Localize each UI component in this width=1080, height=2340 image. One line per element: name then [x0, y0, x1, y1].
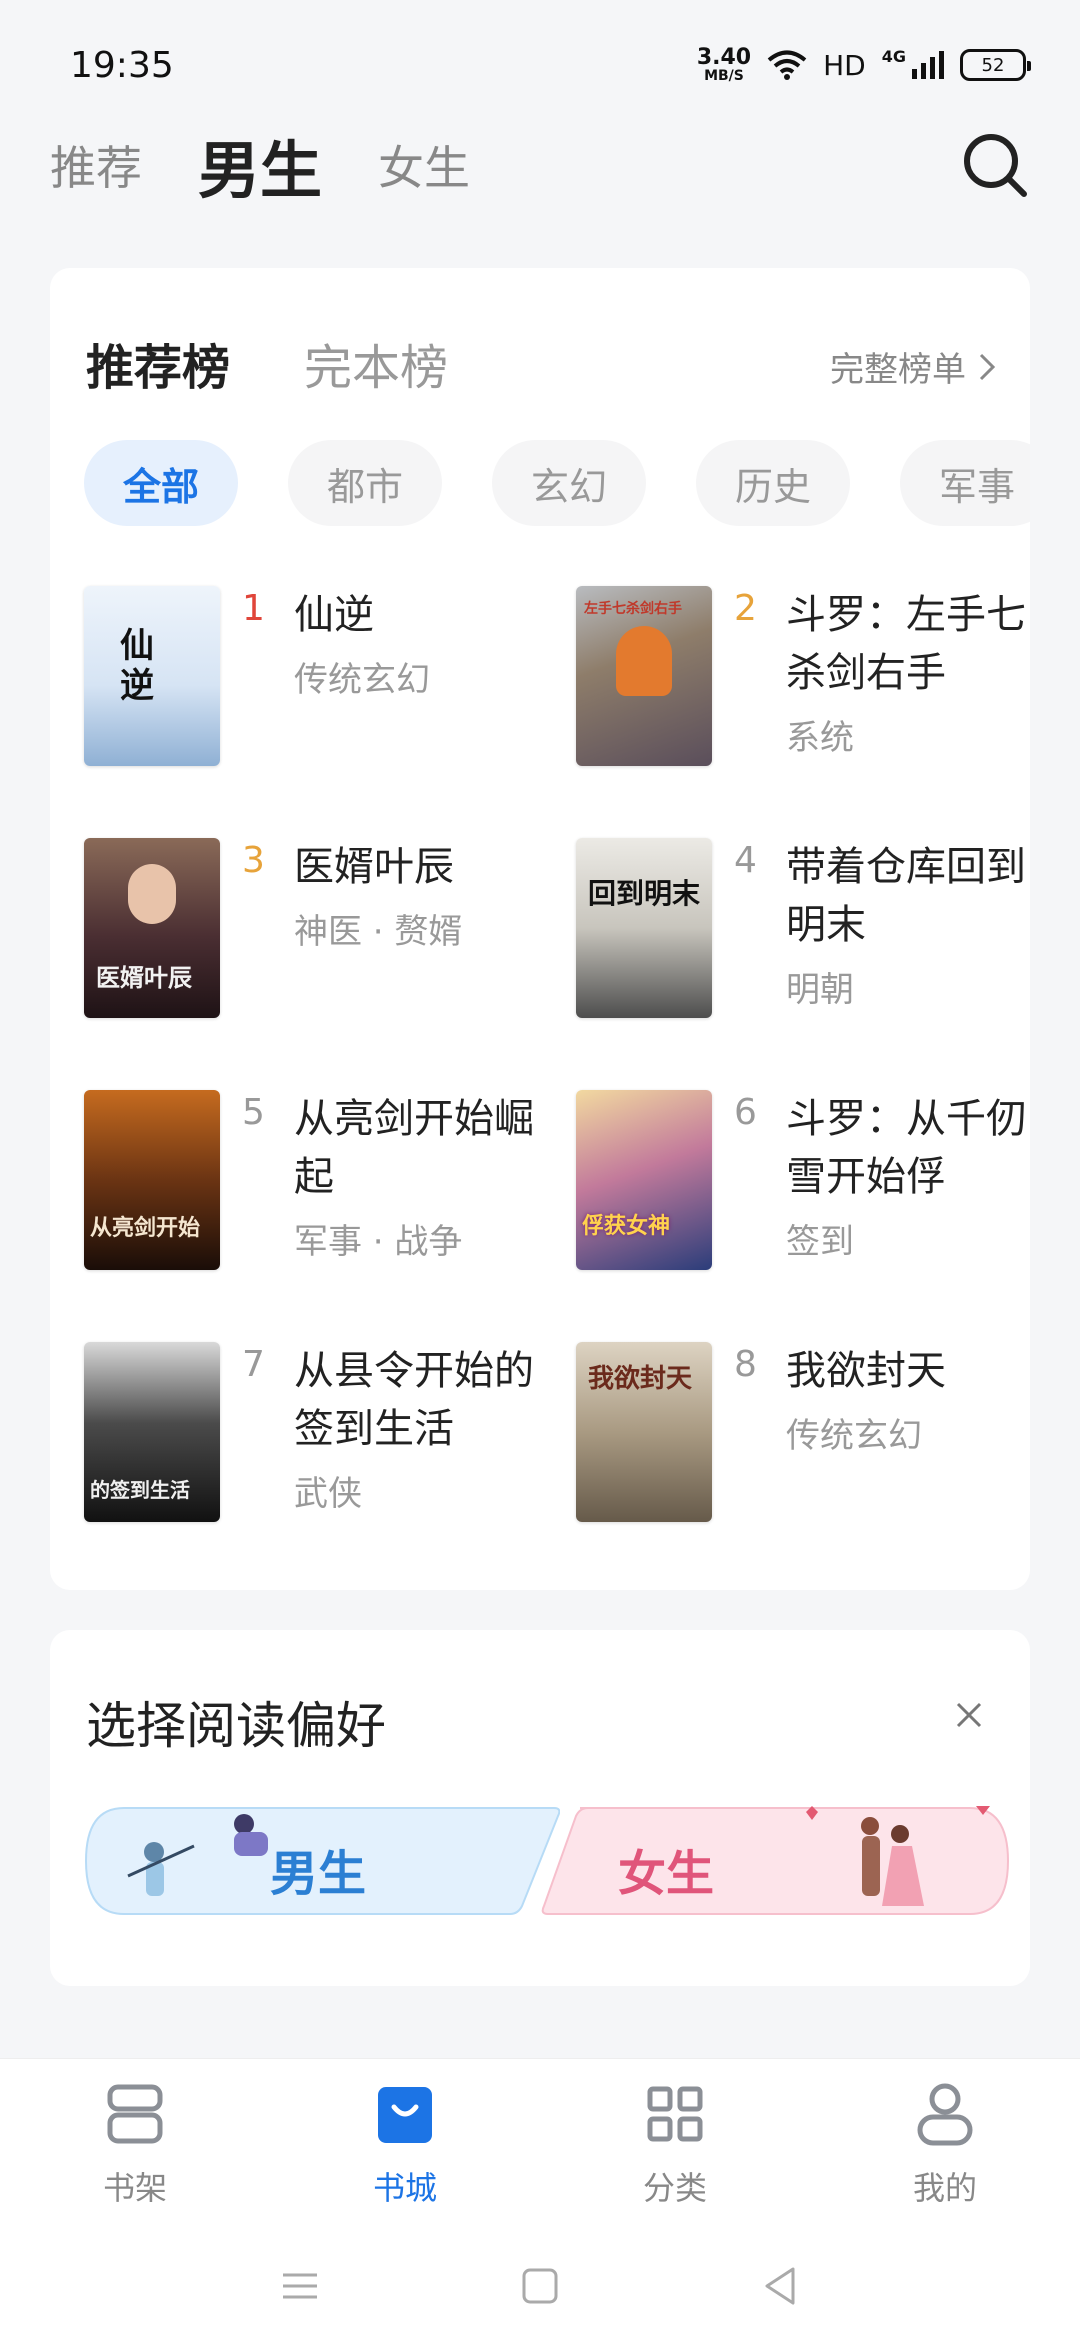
cover-figure	[616, 626, 672, 696]
reading-preference-card: 选择阅读偏好 男生 女生	[50, 1630, 1030, 1986]
book-item[interactable]: 的签到生活 7 从县令开始的签到生活 武侠	[84, 1342, 564, 1532]
rank-number: 8	[734, 1344, 757, 1385]
nav-label: 书城	[372, 2169, 437, 2207]
nav-profile[interactable]: 我的	[810, 2059, 1080, 2232]
book-title: 医婿叶辰	[294, 844, 454, 890]
book-cover: 我欲封天	[576, 1342, 712, 1522]
status-bar: 19:35 3.40 MB/S HD 4G 52	[0, 0, 1080, 130]
rank-number: 2	[734, 588, 757, 629]
book-cover: 回到明末	[576, 838, 712, 1018]
net-speed: 3.40 MB/S	[696, 45, 752, 84]
book-tag: 军事 · 战争	[294, 1222, 463, 1262]
nav-label: 我的	[912, 2169, 977, 2207]
hd-indicator: HD	[823, 48, 866, 82]
wifi-icon	[767, 50, 807, 80]
book-cover: 仙逆	[84, 586, 220, 766]
bookshelf-icon	[107, 2084, 163, 2144]
chevron-right-icon	[979, 353, 996, 380]
preference-female-button[interactable]: 女生	[540, 1800, 1010, 1916]
nav-label: 分类	[642, 2169, 707, 2207]
tab-female[interactable]: 女生	[378, 132, 470, 198]
category-military[interactable]: 军事	[900, 440, 1030, 526]
book-title: 斗罗：从千仞雪开始俘	[786, 1096, 1026, 1200]
back-icon[interactable]	[755, 2261, 805, 2311]
preference-female-label: 女生	[618, 1846, 715, 1902]
book-tag: 签到	[786, 1222, 854, 1262]
rank-number: 6	[734, 1092, 757, 1133]
home-icon[interactable]	[515, 2261, 565, 2311]
tab-recommend[interactable]: 推荐	[50, 132, 142, 198]
book-item[interactable]: 左手七杀剑右手 2 斗罗：左手七杀剑右手 系统	[576, 586, 1056, 776]
close-icon[interactable]	[952, 1698, 986, 1732]
full-list-label: 完整榜单	[830, 350, 966, 390]
tab-male[interactable]: 男生	[198, 120, 322, 210]
nav-category[interactable]: 分类	[540, 2059, 810, 2232]
tab-completed-rank[interactable]: 完本榜	[304, 328, 448, 398]
book-title: 斗罗：左手七杀剑右手	[786, 592, 1026, 696]
book-cover: 左手七杀剑右手	[576, 586, 712, 766]
book-tag: 系统	[786, 718, 854, 758]
book-tag: 武侠	[294, 1474, 362, 1514]
rank-number: 3	[242, 840, 265, 881]
user-icon	[917, 2083, 973, 2146]
rank-number: 7	[242, 1344, 265, 1385]
book-tag: 神医 · 赘婿	[294, 912, 463, 952]
book-item[interactable]: 医婿叶辰 3 医婿叶辰 神医 · 赘婿	[84, 838, 564, 1028]
book-tag: 明朝	[786, 970, 854, 1010]
rank-number: 4	[734, 840, 757, 881]
book-cover: 的签到生活	[84, 1342, 220, 1522]
preference-male-label: 男生	[270, 1846, 367, 1902]
grid-icon	[647, 2086, 703, 2142]
nav-bookshelf[interactable]: 书架	[0, 2059, 270, 2232]
book-item[interactable]: 从亮剑开始 5 从亮剑开始崛起 军事 · 战争	[84, 1090, 564, 1280]
book-title: 带着仓库回到明末	[786, 844, 1026, 948]
cover-figure	[128, 864, 176, 924]
bookstore-icon	[378, 2087, 432, 2143]
full-list-link[interactable]: 完整榜单	[830, 342, 996, 391]
book-title: 从县令开始的签到生活	[294, 1348, 534, 1452]
rank-number: 1	[242, 588, 265, 629]
search-icon[interactable]	[960, 130, 1030, 200]
book-cover: 从亮剑开始	[84, 1090, 220, 1270]
book-tag: 传统玄幻	[786, 1416, 922, 1456]
tab-recommend-rank[interactable]: 推荐榜	[86, 328, 230, 398]
signal-icon	[912, 51, 944, 79]
nav-bookstore[interactable]: 书城	[270, 2059, 540, 2232]
network-type: 4G	[881, 46, 906, 66]
system-nav-bar	[0, 2232, 1080, 2340]
book-title: 我欲封天	[786, 1348, 946, 1394]
nav-label: 书架	[102, 2169, 167, 2207]
book-item[interactable]: 回到明末 4 带着仓库回到明末 明朝	[576, 838, 1056, 1028]
book-cover: 医婿叶辰	[84, 838, 220, 1018]
menu-icon[interactable]	[275, 2261, 325, 2311]
status-indicators: 3.40 MB/S HD 4G 52	[696, 45, 1031, 84]
category-history[interactable]: 历史	[696, 440, 850, 526]
status-time: 19:35	[70, 44, 174, 86]
book-title: 从亮剑开始崛起	[294, 1096, 534, 1200]
book-item[interactable]: 我欲封天 8 我欲封天 传统玄幻	[576, 1342, 1056, 1532]
female-banner-shape	[541, 1800, 1010, 1915]
top-tabs: 推荐 男生 女生	[50, 120, 1030, 210]
preference-title: 选择阅读偏好	[86, 1697, 386, 1755]
battery-icon: 52	[960, 49, 1031, 81]
book-item[interactable]	[84, 392, 564, 582]
bottom-nav: 书架 书城 分类 我的	[0, 2058, 1080, 2232]
preference-male-button[interactable]: 男生	[84, 1806, 561, 1916]
book-tag: 传统玄幻	[294, 660, 430, 700]
book-cover: 俘获女神	[576, 1090, 712, 1270]
book-item[interactable]: 俘获女神 6 斗罗：从千仞雪开始俘 签到	[576, 1090, 1056, 1280]
ranking-header: 推荐榜 完本榜 完整榜单	[86, 328, 996, 398]
book-item[interactable]: 仙逆 1 仙逆 传统玄幻	[84, 586, 564, 776]
rank-number: 5	[242, 1092, 265, 1133]
book-title: 仙逆	[294, 592, 374, 638]
